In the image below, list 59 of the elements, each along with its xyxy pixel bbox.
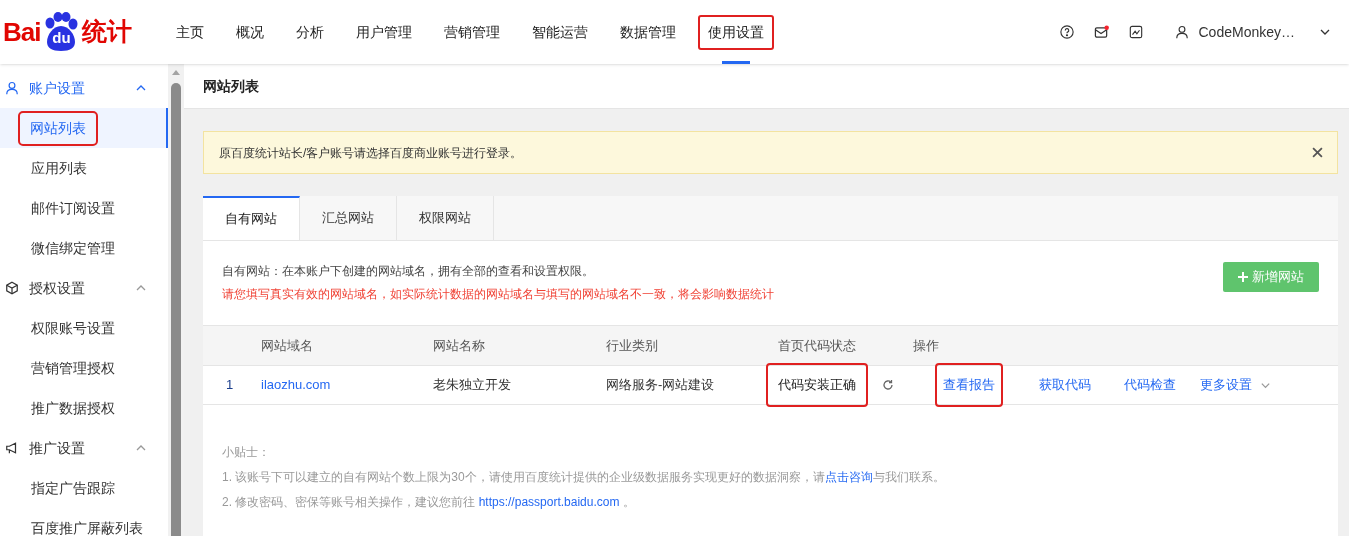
tab[interactable]: 权限网站 [397,196,494,240]
paw-logo: du [40,12,83,52]
user-icon[interactable] [1174,25,1189,39]
tab[interactable]: 汇总网站 [300,196,397,240]
logo-text: 统计 [82,16,133,48]
tip-link[interactable]: 点击咨询 [824,470,873,484]
nav-tab[interactable]: 智能运营 [532,21,588,43]
notice-text: 原百度统计站长/客户账号请选择百度商业账号进行登录。 [219,144,523,162]
nav-tab[interactable]: 营销管理 [444,21,500,43]
nav-tab[interactable]: 主页 [176,21,204,43]
column-header: 网站域名 [261,337,313,353]
row-index: 1 [226,377,234,393]
refresh-icon[interactable] [882,379,894,391]
nav-tab[interactable]: 概况 [236,21,264,43]
sidebar-group[interactable]: 授权设置 [0,268,168,308]
action-link[interactable]: 代码检查 [1124,375,1176,395]
mail-icon[interactable] [1093,24,1109,40]
plus-icon [1238,272,1248,282]
action-link[interactable]: 获取代码 [1039,375,1091,395]
user-name[interactable]: CodeMonkey… [1198,21,1295,43]
column-header: 操作 [913,337,939,353]
tip-text: 2. 修改密码、密保等账号相关操作，建议您前往 https://passport.baidu.com 。 [222,494,636,511]
nav-tab[interactable]: 数据管理 [620,21,676,43]
sidebar-item[interactable]: 应用列表 [20,157,98,179]
status-text: 代码安装正确 [768,365,866,405]
description-text: 自有网站：在本账户下创建的网站域名，拥有全部的查看和设置权限。 [222,263,595,280]
table-cell: 老朱独立开发 [433,377,511,393]
chart-icon[interactable] [1128,25,1143,39]
sidebar-item[interactable]: 邮件订阅设置 [20,197,126,219]
cube-icon [5,281,19,295]
page-title: 网站列表 [203,76,259,96]
megaphone-icon [5,441,19,455]
sidebar-group[interactable]: 推广设置 [0,428,168,468]
table-cell: 网络服务-网站建设 [606,377,715,393]
tip-link[interactable]: https://passport.baidu.com [478,495,620,509]
help-icon[interactable] [1059,25,1074,39]
logo-text: Bai [3,15,41,49]
sidebar-group[interactable]: 账户设置 [0,68,168,108]
sidebar-item[interactable]: 权限账号设置 [20,317,126,339]
column-header: 首页代码状态 [778,337,856,353]
sidebar-item[interactable]: 百度推广屏蔽列表 [20,517,154,536]
action-link[interactable]: 更多设置 [1200,375,1252,395]
user-icon [5,81,19,95]
sidebar-item[interactable]: 微信绑定管理 [20,237,126,259]
nav-tab[interactable]: 分析 [296,21,324,43]
nav-tab[interactable]: 使用设置 [698,14,774,50]
column-header: 网站名称 [433,337,485,353]
tips-title: 小贴士： [222,444,270,461]
nav-tab[interactable]: 用户管理 [356,21,412,43]
domain-link[interactable]: ilaozhu.com [261,377,331,393]
sidebar-item[interactable]: 推广数据授权 [20,397,126,419]
close-icon[interactable] [1312,147,1323,158]
tab[interactable]: 自有网站 [203,196,300,240]
sidebar-item[interactable]: 指定广告跟踪 [20,477,126,499]
action-link[interactable]: 查看报告 [937,365,1001,405]
sidebar-item[interactable]: 营销管理授权 [20,357,126,379]
warning-text: 请您填写真实有效的网站域名，如实际统计数据的网站域名与填写的网站域名不一致，将会影响数据统计 [222,286,774,303]
tip-text: 1. 该账号下可以建立的自有网站个数上限为30个，请使用百度统计提供的企业级数据服务实现更好的数据洞察，请点击咨询与我们联系。 [222,469,946,486]
column-header: 行业类别 [606,337,658,353]
